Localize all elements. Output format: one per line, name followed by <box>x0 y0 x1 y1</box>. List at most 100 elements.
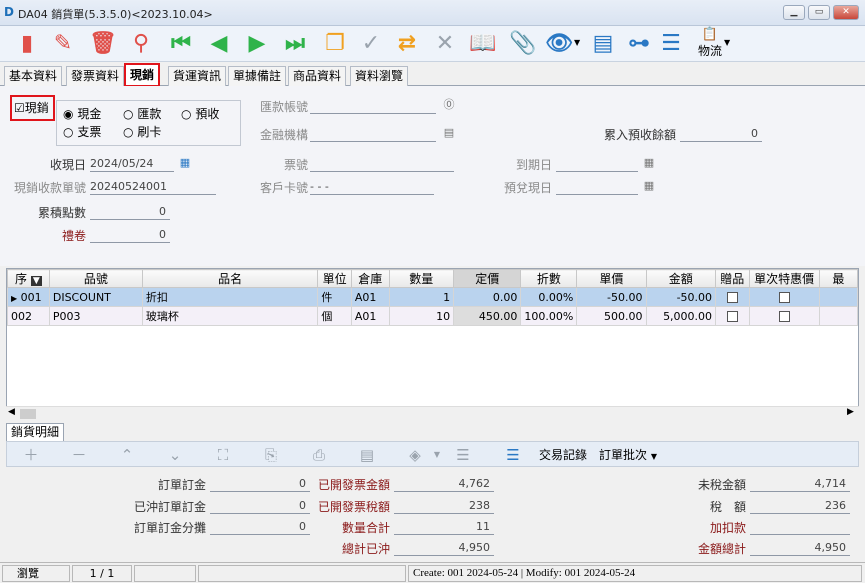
radio-prepay[interactable]: ○ 預收 <box>181 105 219 122</box>
tab-cash-sale[interactable]: 現銷 <box>124 63 161 87</box>
tab-sales-detail[interactable]: 銷貨明細 <box>6 423 65 441</box>
radio-remit[interactable]: ○ 匯款 <box>123 105 161 122</box>
row-wh[interactable]: A01 <box>350 287 390 307</box>
receipt-no-field[interactable]: 20240524001 <box>90 179 216 195</box>
col-name-header[interactable]: 品名 <box>141 269 319 288</box>
book-icon[interactable]: 📖 <box>468 29 498 59</box>
close-button[interactable]: ✕ <box>833 5 859 20</box>
scroll-left-icon[interactable]: ◀ <box>8 407 15 417</box>
transfer-icon[interactable]: ⇄ <box>392 29 422 59</box>
col-list-header[interactable]: 定價 <box>453 269 522 288</box>
row-special[interactable] <box>748 287 820 307</box>
scroll-right-icon[interactable]: ▶ <box>847 407 854 417</box>
menu-list-icon[interactable]: ☰ <box>656 29 686 59</box>
row-name[interactable]: 玻璃杯 <box>141 306 319 326</box>
order-batch-button[interactable]: 訂單批次 ▼ <box>599 446 657 463</box>
calendar-icon[interactable]: ▦ <box>178 156 192 170</box>
cash-sale-checkbox[interactable]: ☑現銷 <box>10 95 55 121</box>
table-row[interactable]: ▶ 001 DISCOUNT 折扣 件 A01 1 0.00 0.00% -50… <box>7 287 859 307</box>
tag-icon[interactable]: ◈ <box>405 445 425 465</box>
col-wh-header[interactable]: 倉庫 <box>350 269 390 288</box>
copy-doc-icon[interactable]: ❐ <box>320 29 350 59</box>
minimize-button[interactable]: ▁ <box>783 5 805 20</box>
col-price-header[interactable]: 單價 <box>576 269 647 288</box>
points-field[interactable]: 0 <box>90 204 170 220</box>
row-code[interactable]: DISCOUNT <box>48 287 143 307</box>
tab-product-info[interactable]: 商品資料 <box>288 66 347 86</box>
row-qty[interactable]: 10 <box>388 306 455 326</box>
tab-shipping-info[interactable]: 貨運資訊 <box>168 66 227 86</box>
row-unit[interactable]: 件 <box>317 287 352 307</box>
structure-icon[interactable]: ⛶ <box>213 445 233 465</box>
remove-row-icon[interactable]: － <box>69 445 89 465</box>
tab-data-browse[interactable]: 資料瀏覽 <box>350 66 409 86</box>
coupon-field[interactable]: 0 <box>90 227 170 243</box>
row-price[interactable]: 500.00 <box>576 306 647 326</box>
bill-no-field[interactable] <box>310 156 454 172</box>
due-date-field[interactable] <box>556 156 638 172</box>
move-down-icon[interactable]: ⌄ <box>165 445 185 465</box>
prev-record-icon[interactable]: ◀ <box>204 29 234 59</box>
receipt-date-field[interactable]: 2024/05/24 <box>90 156 174 172</box>
col-seq-header[interactable]: 序 ▼ <box>7 269 50 288</box>
accum-prepay-field[interactable]: 0 <box>680 126 762 142</box>
row-qty[interactable]: 1 <box>388 287 455 307</box>
new-doc-icon[interactable]: ▮ <box>12 29 42 59</box>
flow-tree-icon[interactable]: ⊶ <box>624 29 654 59</box>
card-no-field[interactable]: - - - <box>310 179 434 195</box>
special-checkbox[interactable] <box>778 311 790 322</box>
cancel-x-icon[interactable]: ✕ <box>430 29 460 59</box>
row-amount[interactable]: 5,000.00 <box>645 306 717 326</box>
radio-check[interactable]: ○ 支票 <box>63 123 101 140</box>
gift-checkbox[interactable] <box>726 292 738 303</box>
view-eye-icon[interactable]: 👁 <box>544 29 574 59</box>
tag-dropdown-icon[interactable]: ▼ <box>427 445 447 465</box>
gift-checkbox[interactable] <box>726 311 738 322</box>
list-icon-gray[interactable]: ☰ <box>453 445 473 465</box>
logistics-button[interactable]: 📋 物流 ▼ <box>690 28 730 60</box>
col-amount-header[interactable]: 金額 <box>645 269 717 288</box>
scroll-thumb[interactable] <box>20 409 36 419</box>
row-disc[interactable]: 100.00% <box>520 306 578 326</box>
radio-card[interactable]: ○ 刷卡 <box>123 123 161 140</box>
confirm-check-icon[interactable]: ✓ <box>356 29 386 59</box>
redeem-date-field[interactable] <box>556 179 638 195</box>
document-icon[interactable]: ▤ <box>357 445 377 465</box>
last-record-icon[interactable]: ⏭ <box>280 29 310 59</box>
row-name[interactable]: 折扣 <box>141 287 319 307</box>
row-price[interactable]: -50.00 <box>576 287 647 307</box>
delete-trash-icon[interactable]: 🗑 <box>88 29 118 59</box>
move-up-icon[interactable]: ⌃ <box>117 445 137 465</box>
col-unit-header[interactable]: 單位 <box>317 269 352 288</box>
list-icon[interactable]: ☰ <box>503 445 523 465</box>
col-special-header[interactable]: 單次特惠價 <box>748 269 820 288</box>
row-wh[interactable]: A01 <box>350 306 390 326</box>
col-gift-header[interactable]: 贈品 <box>715 269 750 288</box>
trade-record-button[interactable]: 交易記錄 <box>539 446 587 463</box>
due-calendar-icon[interactable]: ▦ <box>642 156 656 170</box>
edit-pencil-icon[interactable]: ✎ <box>48 29 78 59</box>
col-extra-header[interactable]: 最 <box>818 269 859 288</box>
col-disc-header[interactable]: 折數 <box>520 269 578 288</box>
remit-account-field[interactable] <box>310 98 436 114</box>
row-gift[interactable] <box>715 306 750 326</box>
row-unit[interactable]: 個 <box>317 306 352 326</box>
view-dropdown-icon[interactable]: ▼ <box>574 38 580 47</box>
row-disc[interactable]: 0.00% <box>520 287 578 307</box>
col-qty-header[interactable]: 數量 <box>388 269 455 288</box>
row-special[interactable] <box>748 306 820 326</box>
attachment-clip-icon[interactable]: 📎 <box>508 29 538 59</box>
horizontal-scrollbar[interactable]: ◀ ▶ <box>6 406 859 420</box>
tab-basic-info[interactable]: 基本資料 <box>4 66 63 86</box>
tab-invoice-info[interactable]: 發票資料 <box>66 66 125 86</box>
bank-field[interactable] <box>310 126 436 142</box>
account-lookup-icon[interactable]: ⓪ <box>442 98 456 112</box>
row-gift[interactable] <box>715 287 750 307</box>
first-record-icon[interactable]: ⏮ <box>166 29 196 59</box>
tab-doc-notes[interactable]: 單據備註 <box>228 66 287 86</box>
next-record-icon[interactable]: ▶ <box>242 29 272 59</box>
col-code-header[interactable]: 品號 <box>48 269 143 288</box>
export-xls-icon[interactable]: ▤ <box>588 29 618 59</box>
table-row[interactable]: 002 P003 玻璃杯 個 A01 10 450.00 100.00% 500… <box>7 306 859 326</box>
bank-lookup-icon[interactable]: ▤ <box>442 126 456 140</box>
